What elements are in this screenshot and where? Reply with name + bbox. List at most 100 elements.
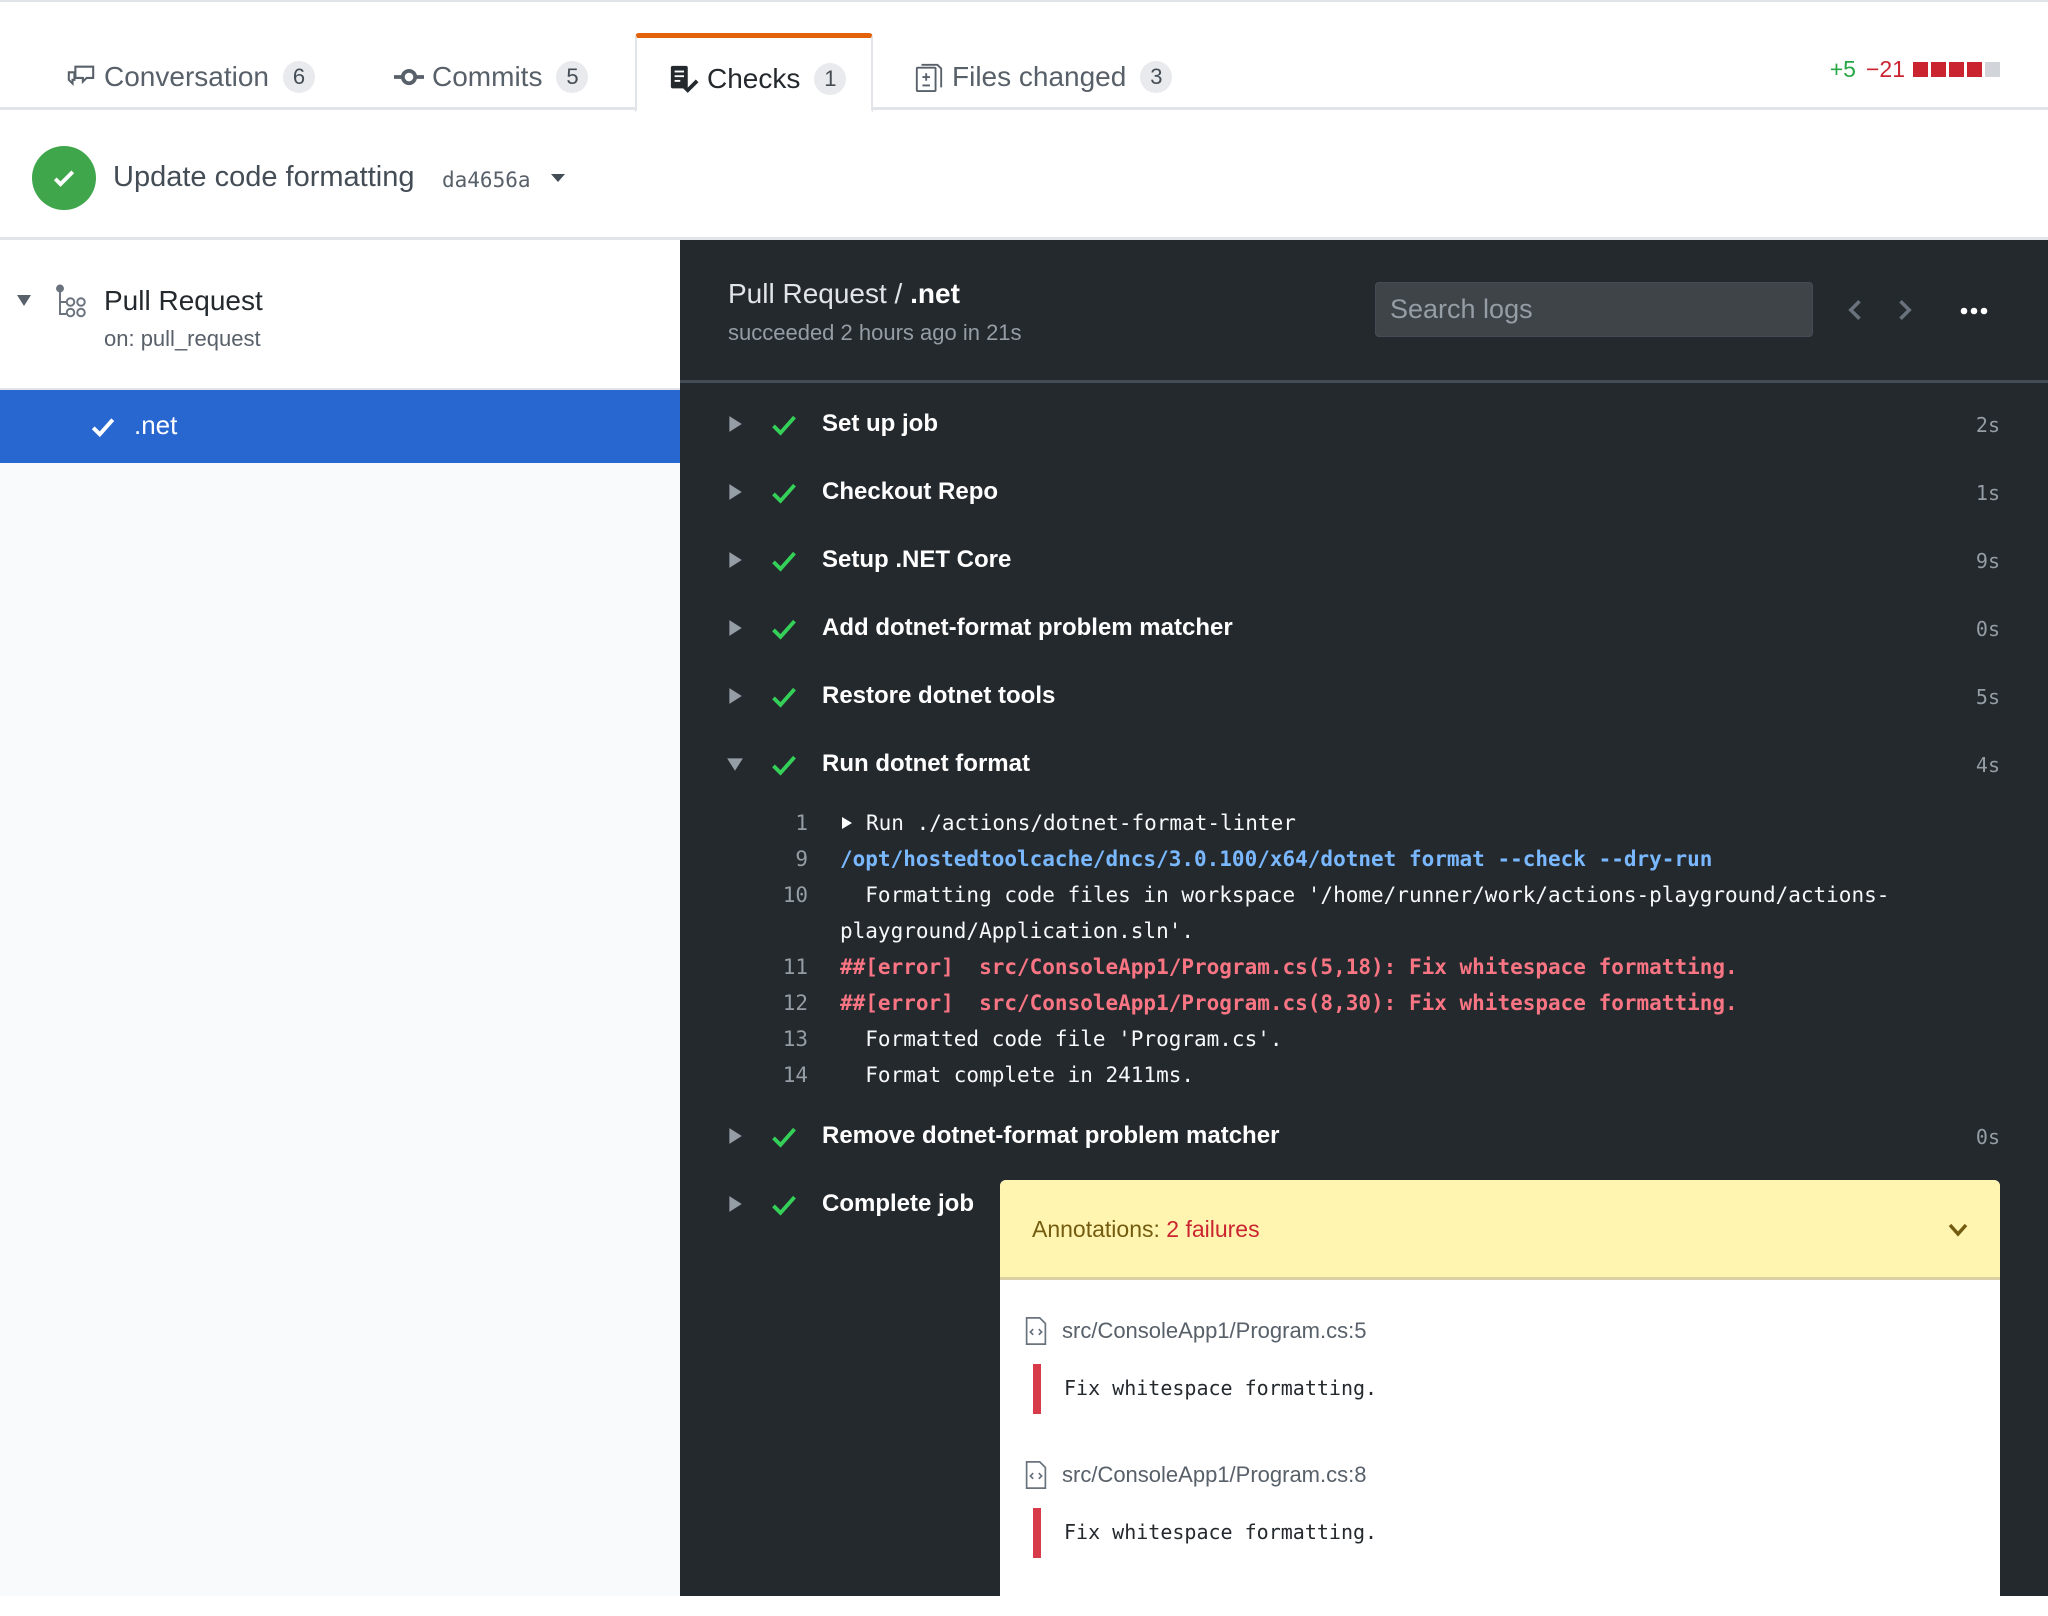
step-row[interactable]: Set up job 2s bbox=[680, 395, 2048, 455]
caret-right-icon[interactable] bbox=[726, 1127, 744, 1145]
tab-conversation[interactable]: Conversation 6 bbox=[64, 33, 315, 110]
annotations-label: Annotations: 2 failures bbox=[1032, 1216, 1260, 1243]
diffstat-block bbox=[1985, 62, 2000, 77]
diffstat-block bbox=[1949, 62, 1964, 77]
job-log-panel: Pull Request / .net succeeded 2 hours ag… bbox=[680, 240, 2048, 1616]
line-number[interactable]: 12 bbox=[680, 991, 808, 1015]
caret-right-icon[interactable] bbox=[726, 687, 744, 705]
log-title-workflow: Pull Request / bbox=[728, 278, 911, 309]
log-text: ##[error] src/ConsoleApp1/Program.cs(5,1… bbox=[840, 955, 1738, 979]
caret-right-icon[interactable] bbox=[840, 816, 854, 830]
tab-files-counter: 3 bbox=[1140, 60, 1173, 93]
kebab-horizontal-icon[interactable] bbox=[1954, 296, 1994, 326]
step-row[interactable]: Checkout Repo 1s bbox=[680, 463, 2048, 523]
workflow-header[interactable]: Pull Request on: pull_request bbox=[0, 240, 680, 390]
caret-right-icon[interactable] bbox=[726, 483, 744, 501]
workflow-icon bbox=[56, 284, 86, 318]
tab-commits[interactable]: Commits 5 bbox=[392, 33, 589, 110]
log-line: 13 Formatted code file 'Program.cs'. bbox=[680, 1023, 2048, 1059]
chevron-right-icon[interactable] bbox=[1890, 295, 1918, 325]
annotation-path[interactable]: src/ConsoleApp1/Program.cs:8 bbox=[1062, 1462, 1366, 1488]
line-number[interactable]: 11 bbox=[680, 955, 808, 979]
commit-title: Update code formatting bbox=[113, 161, 415, 193]
step-row[interactable]: Run dotnet format 4s bbox=[680, 735, 2048, 795]
chevron-down-icon[interactable] bbox=[551, 171, 565, 185]
annotations-count: 2 failures bbox=[1166, 1216, 1260, 1242]
log-line-text: Formatting code files in workspace '/hom… bbox=[840, 883, 1889, 907]
check-icon bbox=[772, 1195, 796, 1216]
annotations-title: Annotations: bbox=[1032, 1216, 1167, 1242]
check-icon bbox=[772, 551, 796, 572]
step-name: Checkout Repo bbox=[822, 478, 999, 505]
log-text: Formatted code file 'Program.cs'. bbox=[840, 1027, 1283, 1051]
log-text: Format complete in 2411ms. bbox=[840, 1063, 1195, 1087]
log-line: 1 Run ./actions/dotnet-format-linter bbox=[680, 807, 2048, 843]
annotation-path[interactable]: src/ConsoleApp1/Program.cs:5 bbox=[1062, 1318, 1366, 1344]
caret-right-icon[interactable] bbox=[726, 1195, 744, 1213]
line-number[interactable]: 14 bbox=[680, 1063, 808, 1087]
line-number[interactable]: 9 bbox=[680, 847, 808, 871]
log-text: playground/Application.sln'. bbox=[840, 919, 1195, 943]
chevron-left-icon[interactable] bbox=[1842, 295, 1870, 325]
tab-checks[interactable]: Checks 1 bbox=[635, 33, 873, 113]
job-item-net[interactable]: .net bbox=[0, 390, 680, 463]
annotations-panel: Annotations: 2 failures src/ConsoleApp1/… bbox=[1000, 1180, 2000, 1616]
log-line-text: playground/Application.sln'. bbox=[840, 919, 1194, 943]
chevron-down-icon[interactable] bbox=[1946, 1220, 1970, 1240]
log-line-text: Formatted code file 'Program.cs'. bbox=[840, 1027, 1283, 1051]
workflow-trigger: on: pull_request bbox=[104, 326, 261, 351]
caret-right-icon[interactable] bbox=[726, 619, 744, 637]
commit-sha[interactable]: da4656a bbox=[442, 168, 531, 192]
check-icon bbox=[772, 687, 796, 708]
step-duration: 0s bbox=[1975, 617, 2000, 641]
step-duration: 1s bbox=[1975, 481, 2000, 505]
git-commit-icon bbox=[392, 60, 426, 94]
caret-down-icon[interactable] bbox=[726, 755, 744, 773]
annotations-header[interactable]: Annotations: 2 failures bbox=[1000, 1180, 2000, 1280]
step-row[interactable]: Remove dotnet-format problem matcher 0s bbox=[680, 1107, 2048, 1167]
diff-icon bbox=[912, 60, 946, 94]
failure-marker bbox=[1033, 1364, 1041, 1414]
diffstat-block bbox=[1931, 62, 1946, 77]
log-text: Formatting code files in workspace '/hom… bbox=[840, 883, 1890, 907]
line-number[interactable]: 10 bbox=[680, 883, 808, 907]
step-row[interactable]: Setup .NET Core 9s bbox=[680, 531, 2048, 591]
workflow-name: Pull Request bbox=[104, 285, 263, 316]
diffstat-blocks bbox=[1913, 62, 2000, 77]
log-line: 14 Format complete in 2411ms. bbox=[680, 1059, 2048, 1095]
annotation-message: Fix whitespace formatting. bbox=[1064, 1376, 1378, 1400]
caret-down-icon[interactable] bbox=[16, 292, 32, 308]
line-number[interactable]: 1 bbox=[680, 811, 808, 835]
check-icon bbox=[772, 1127, 796, 1148]
log-line-text: ##[error] src/ConsoleApp1/Program.cs(8,3… bbox=[840, 991, 1738, 1015]
search-logs-input[interactable] bbox=[1375, 282, 1813, 337]
step-name: Complete job bbox=[822, 1190, 975, 1217]
step-name: Restore dotnet tools bbox=[822, 682, 1056, 709]
log-line-text: /opt/hostedtoolcache/dncs/3.0.100/x64/do… bbox=[840, 847, 1712, 871]
step-duration: 4s bbox=[1975, 753, 2000, 777]
log-line: 10 Formatting code files in workspace '/… bbox=[680, 879, 2048, 915]
caret-right-icon[interactable] bbox=[726, 551, 744, 569]
log-text: ##[error] src/ConsoleApp1/Program.cs(8,3… bbox=[840, 991, 1738, 1015]
caret-right-icon[interactable] bbox=[726, 415, 744, 433]
step-name: Set up job bbox=[822, 410, 938, 437]
log-line: 11 ##[error] src/ConsoleApp1/Program.cs(5… bbox=[680, 951, 2048, 987]
check-icon bbox=[91, 418, 115, 438]
log-line: 12 ##[error] src/ConsoleApp1/Program.cs(8… bbox=[680, 987, 2048, 1023]
log-text: Run ./actions/dotnet-format-linter bbox=[866, 811, 1296, 835]
pr-tabs: Conversation 6 Commits 5 Checks 1 Files … bbox=[0, 0, 2048, 113]
check-icon bbox=[772, 755, 796, 776]
check-icon bbox=[772, 415, 796, 436]
step-row[interactable]: Restore dotnet tools 5s bbox=[680, 667, 2048, 727]
step-duration: 9s bbox=[1975, 549, 2000, 573]
line-number[interactable]: 13 bbox=[680, 1027, 808, 1051]
log-line-text: Run ./actions/dotnet-format-linter bbox=[840, 811, 1296, 835]
check-icon bbox=[772, 619, 796, 640]
workflow-sidebar: Pull Request on: pull_request .net bbox=[0, 240, 680, 1596]
log-text: /opt/hostedtoolcache/dncs/3.0.100/x64/do… bbox=[840, 847, 1713, 871]
step-row[interactable]: Add dotnet-format problem matcher 0s bbox=[680, 599, 2048, 659]
tab-files-changed[interactable]: Files changed 3 bbox=[912, 33, 1173, 110]
tab-commits-label: Commits bbox=[432, 60, 543, 92]
log-line-text: Format complete in 2411ms. bbox=[840, 1063, 1194, 1087]
log-line-text: ##[error] src/ConsoleApp1/Program.cs(5,1… bbox=[840, 955, 1738, 979]
